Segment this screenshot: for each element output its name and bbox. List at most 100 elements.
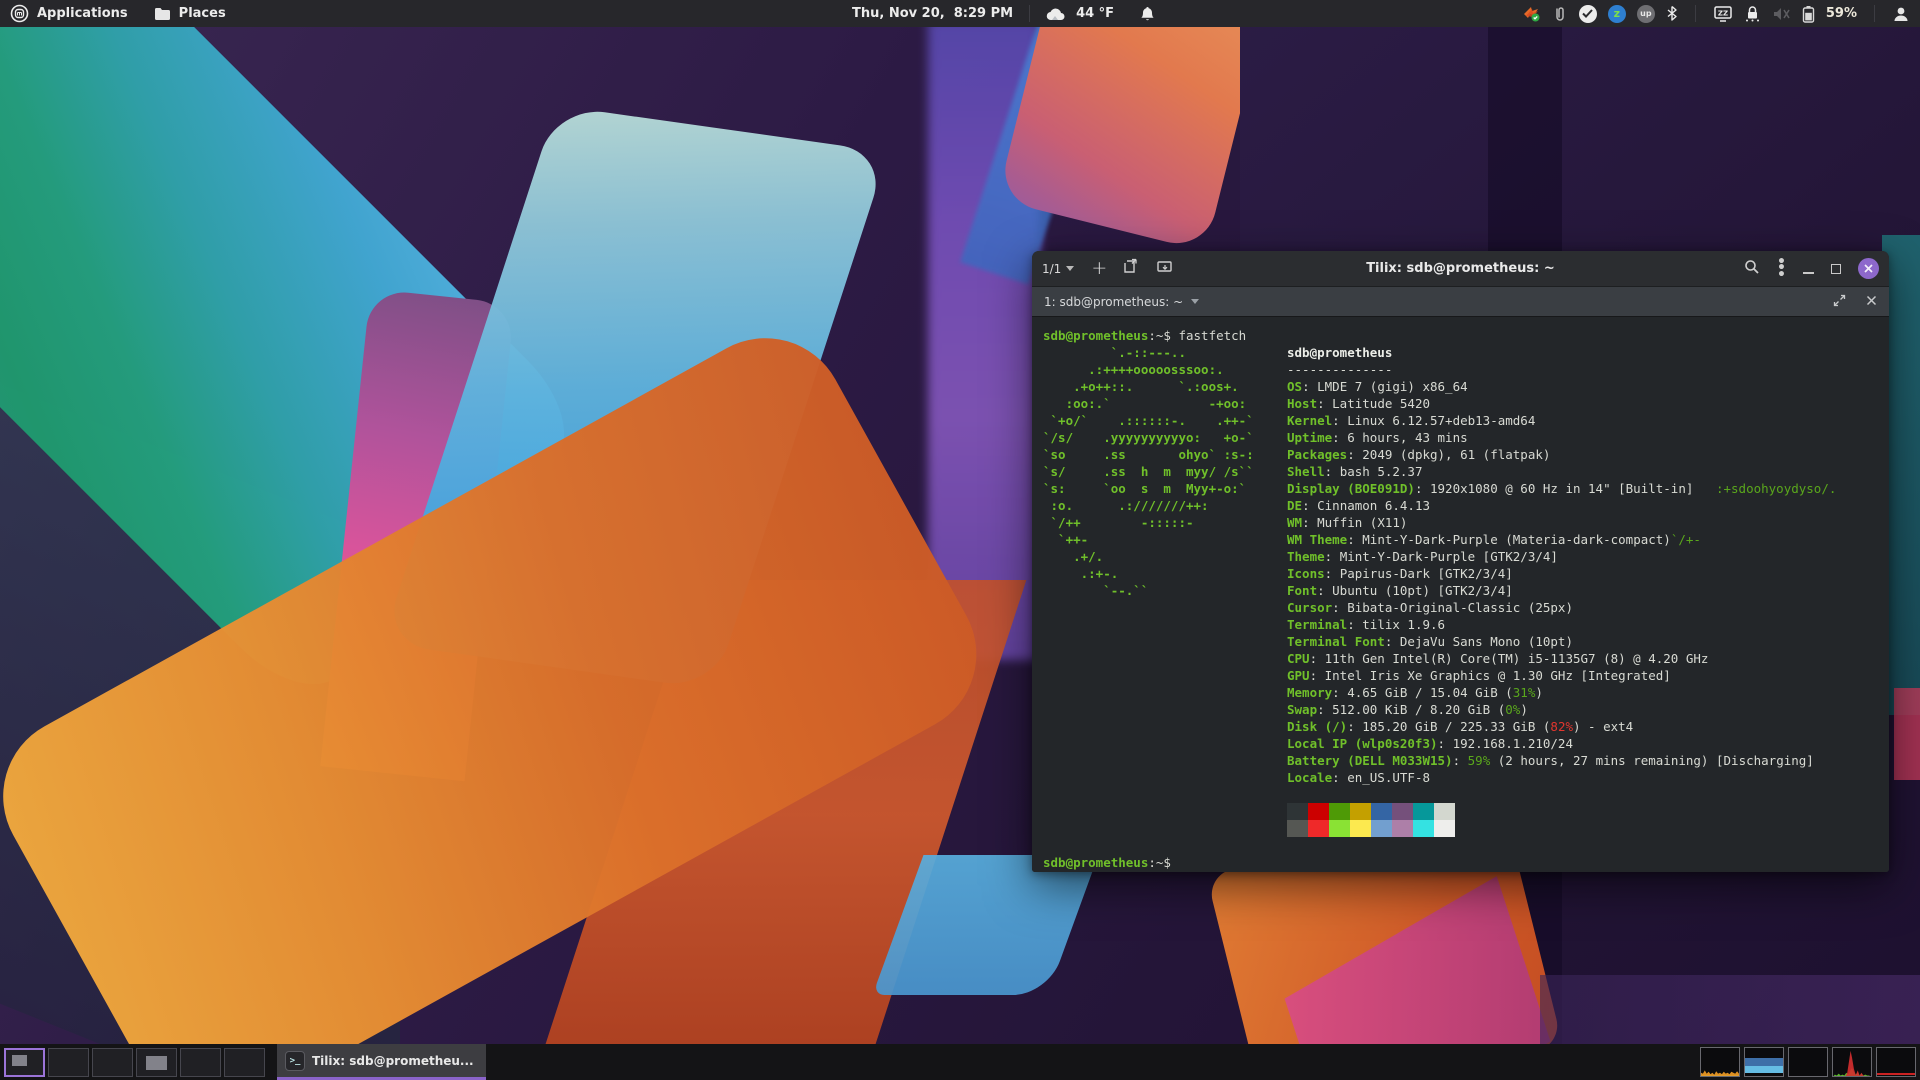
memory-graph[interactable] xyxy=(1744,1047,1784,1077)
update-shield-icon[interactable] xyxy=(1522,4,1541,23)
titlebar[interactable]: 1/1 + Tilix: sdb@prometheus: ~ ••• xyxy=(1032,251,1889,287)
new-session-button[interactable]: + xyxy=(1091,259,1107,278)
ascii-logo: `.-::---.. .:++++ooooosssoo:. .+o++::. `… xyxy=(1043,344,1287,599)
applications-menu[interactable]: Applications xyxy=(10,4,128,23)
battery-icon[interactable] xyxy=(1802,5,1815,23)
volume-muted-icon[interactable] xyxy=(1772,6,1791,22)
fastfetch-info-line: GPU: Intel Iris Xe Graphics @ 1.30 GHz [… xyxy=(1287,667,1836,684)
close-button[interactable] xyxy=(1858,258,1879,279)
workspace-1[interactable] xyxy=(4,1048,45,1077)
panel-separator xyxy=(1874,5,1875,22)
fastfetch-info-line: sdb@prometheus xyxy=(1287,344,1836,361)
chevron-down-icon xyxy=(1191,299,1199,304)
svg-text:ZZ: ZZ xyxy=(1718,9,1728,17)
close-terminal-icon[interactable] xyxy=(1866,295,1877,309)
window-list-label: Tilix: sdb@prometheu... xyxy=(312,1054,474,1068)
search-icon[interactable] xyxy=(1744,259,1760,279)
session-tab-bar: 1: sdb@prometheus: ~ xyxy=(1032,287,1889,317)
fastfetch-info-line: WM: Muffin (X11) xyxy=(1287,514,1836,531)
palette-swatch xyxy=(1371,803,1392,820)
terminal-color-palette-row xyxy=(1287,820,1836,837)
new-terminal-right-icon[interactable] xyxy=(1124,258,1139,279)
palette-swatch xyxy=(1434,803,1455,820)
check-circle-icon[interactable] xyxy=(1579,5,1597,23)
workspace-3[interactable] xyxy=(92,1048,133,1077)
palette-swatch xyxy=(1413,820,1434,837)
fastfetch-info-line: Disk (/): 185.20 GiB / 225.33 GiB (82%) … xyxy=(1287,718,1836,735)
new-terminal-down-icon[interactable] xyxy=(1156,259,1174,278)
palette-swatch xyxy=(1434,820,1455,837)
command-text: fastfetch xyxy=(1178,328,1246,343)
z-app-icon[interactable]: z xyxy=(1608,5,1626,23)
fastfetch-info-line: Local IP (wlp0s20f3): 192.168.1.210/24 xyxy=(1287,735,1836,752)
workspace-switcher xyxy=(4,1048,265,1077)
tab-session-1[interactable]: 1: sdb@prometheus: ~ xyxy=(1044,295,1199,309)
workspace-5[interactable] xyxy=(180,1048,221,1077)
workspace-2[interactable] xyxy=(48,1048,89,1077)
bluetooth-icon[interactable] xyxy=(1666,5,1678,22)
workspace-window-thumb xyxy=(12,1055,27,1066)
fastfetch-info-line: Locale: en_US.UTF-8 xyxy=(1287,769,1836,786)
palette-swatch xyxy=(1350,803,1371,820)
mint-menu-icon xyxy=(10,4,29,23)
maximize-button[interactable] xyxy=(1831,264,1841,274)
palette-swatch xyxy=(1392,820,1413,837)
fastfetch-info-line: Icons: Papirus-Dark [GTK2/3/4] xyxy=(1287,565,1836,582)
cpu-graph[interactable] xyxy=(1700,1047,1740,1077)
fastfetch-info-line: Host: Latitude 5420 xyxy=(1287,395,1836,412)
workspace-4[interactable] xyxy=(136,1048,177,1077)
palette-swatch xyxy=(1308,803,1329,820)
blank-line xyxy=(1287,786,1836,803)
fastfetch-info-line: Terminal: tilix 1.9.6 xyxy=(1287,616,1836,633)
places-menu[interactable]: Places xyxy=(154,6,226,21)
maximize-terminal-icon[interactable] xyxy=(1833,294,1846,310)
lock-icon[interactable] xyxy=(1744,5,1761,23)
top-panel: Applications Places Thu, Nov 20, 8:29 PM… xyxy=(0,0,1920,27)
prompt-user: sdb@prometheus xyxy=(1043,328,1148,343)
clock-applet[interactable]: Thu, Nov 20, 8:29 PM xyxy=(852,6,1013,21)
network-graph[interactable] xyxy=(1832,1047,1872,1077)
fastfetch-info-line: Font: Ubuntu (10pt) [GTK2/3/4] xyxy=(1287,582,1836,599)
session-selector[interactable]: 1/1 xyxy=(1042,262,1074,276)
fastfetch-info-line: WM Theme: Mint-Y-Dark-Purple (Materia-da… xyxy=(1287,531,1836,548)
panel-separator xyxy=(1029,5,1030,22)
palette-swatch xyxy=(1350,820,1371,837)
weather-temp[interactable]: 44 °F xyxy=(1076,6,1114,21)
system-monitor-applets xyxy=(1700,1047,1916,1077)
battery-percent[interactable]: 59% xyxy=(1826,6,1857,21)
disk-graph[interactable] xyxy=(1876,1047,1916,1077)
up-app-icon[interactable]: up xyxy=(1637,5,1655,23)
minimize-button[interactable] xyxy=(1803,272,1814,274)
palette-swatch xyxy=(1308,820,1329,837)
terminal-screen[interactable]: sdb@prometheus:~$ fastfetch `.-::---.. .… xyxy=(1032,318,1889,872)
fastfetch-info-line: Theme: Mint-Y-Dark-Purple [GTK2/3/4] xyxy=(1287,548,1836,565)
weather-cloud-icon[interactable] xyxy=(1046,7,1066,21)
notification-bell-icon[interactable] xyxy=(1140,6,1155,22)
terminal-color-palette-row xyxy=(1287,803,1836,820)
fastfetch-info-line: Terminal Font: DejaVu Sans Mono (10pt) xyxy=(1287,633,1836,650)
fastfetch-info-line: OS: LMDE 7 (gigi) x86_64 xyxy=(1287,378,1836,395)
menu-kebab-icon[interactable]: ••• xyxy=(1777,259,1786,278)
window-list-button[interactable]: >_ Tilix: sdb@prometheu... xyxy=(277,1044,486,1080)
fastfetch-info-line: -------------- xyxy=(1287,361,1836,378)
command-line: sdb@prometheus:~$ fastfetch xyxy=(1043,327,1881,344)
places-menu-label: Places xyxy=(179,6,226,21)
paperclip-icon[interactable] xyxy=(1552,5,1568,23)
fastfetch-info-line: CPU: 11th Gen Intel(R) Core(TM) i5-1135G… xyxy=(1287,650,1836,667)
user-icon[interactable] xyxy=(1892,5,1910,23)
fastfetch-info-line: Battery (DELL M033W15): 59% (2 hours, 27… xyxy=(1287,752,1836,769)
palette-swatch xyxy=(1329,820,1350,837)
prompt-path: :~$ xyxy=(1148,328,1178,343)
fastfetch-info-line: Uptime: 6 hours, 43 mins xyxy=(1287,429,1836,446)
display-sleep-icon[interactable]: ZZ xyxy=(1713,5,1733,23)
tilix-window: 1/1 + Tilix: sdb@prometheus: ~ ••• xyxy=(1032,251,1889,872)
swap-graph[interactable] xyxy=(1788,1047,1828,1077)
workspace-6[interactable] xyxy=(224,1048,265,1077)
tilix-icon: >_ xyxy=(285,1051,305,1071)
session-count-label: 1/1 xyxy=(1042,262,1061,276)
palette-swatch xyxy=(1287,803,1308,820)
palette-swatch xyxy=(1287,820,1308,837)
palette-swatch xyxy=(1329,803,1350,820)
panel-separator xyxy=(1695,5,1696,22)
applications-menu-label: Applications xyxy=(37,6,128,21)
